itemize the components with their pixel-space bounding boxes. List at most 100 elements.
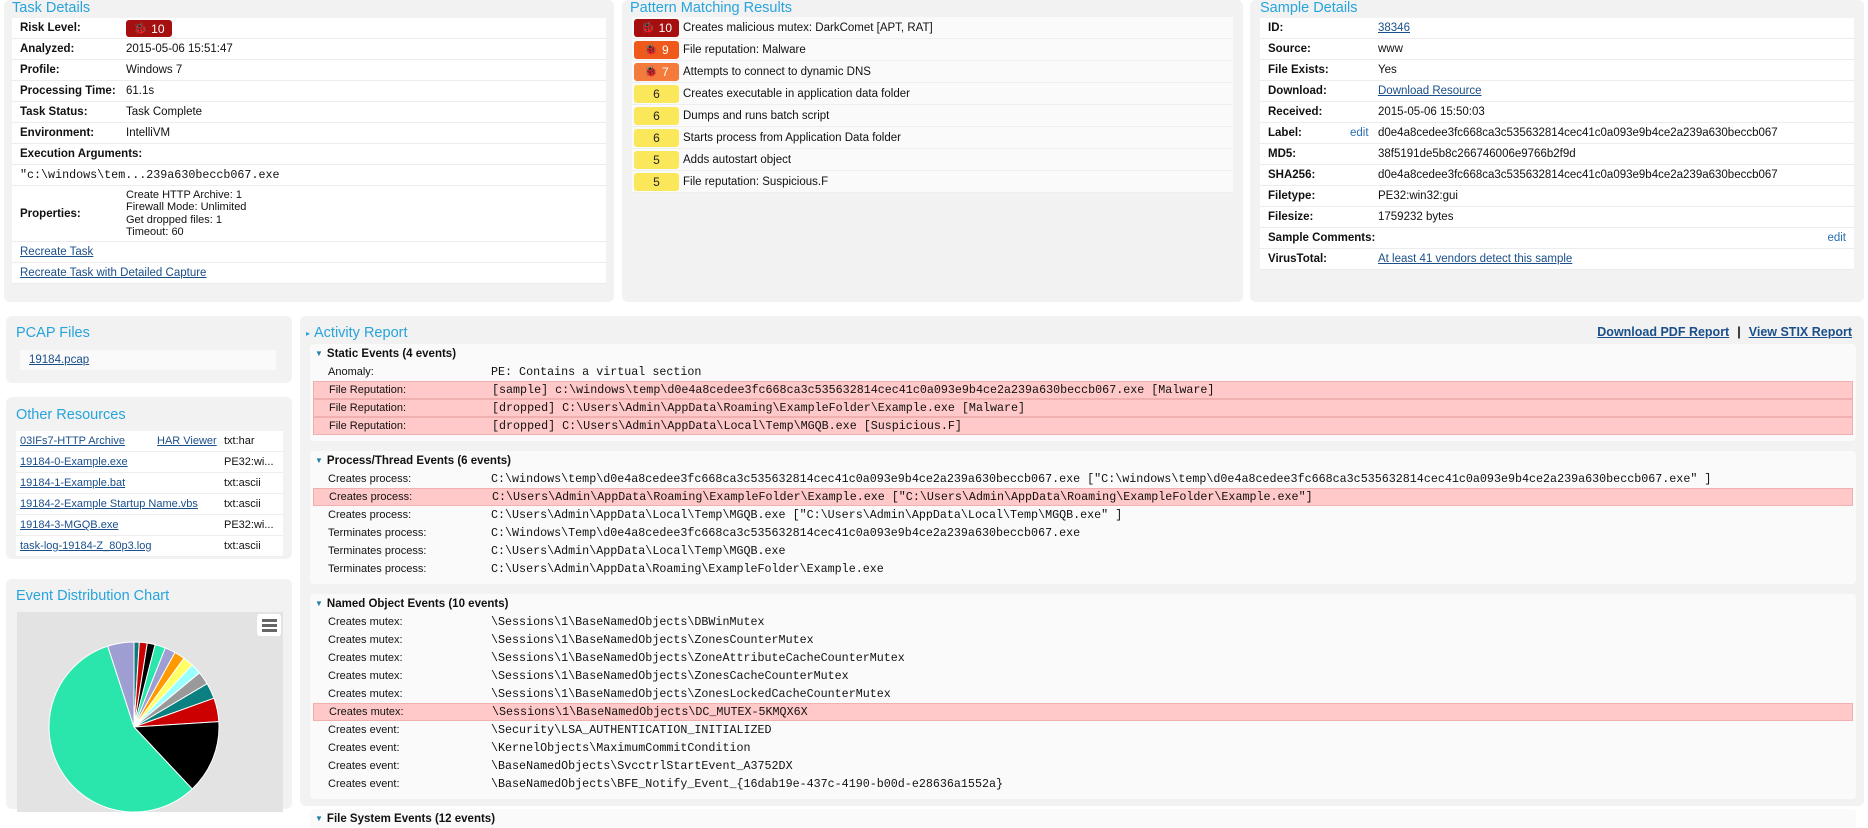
event-value: C:\Users\Admin\AppData\Roaming\ExampleFo… [491, 562, 884, 576]
pie-chart [48, 641, 220, 813]
risk-level-row: Risk Level: 🐞 10 [12, 18, 606, 39]
event-label: Creates mutex: [328, 670, 403, 682]
chart-area [17, 612, 283, 813]
pattern-item: 🐞 10 Creates malicious mutex: DarkComet [A… [632, 17, 1233, 39]
event-value: \Sessions\1\BaseNamedObjects\ZonesLocked… [491, 687, 891, 701]
pattern-item: 🐞 7 Attempts to connect to dynamic DNS [632, 61, 1233, 83]
resource-link[interactable]: 03IFs7-HTTP Archive [20, 435, 125, 447]
event-value: \BaseNamedObjects\BFE_Notify_Event_{16da… [491, 777, 1003, 791]
event-value: \Sessions\1\BaseNamedObjects\ZonesCacheC… [491, 669, 849, 683]
task-detail-row: Task Status: Task Complete [12, 102, 606, 123]
execution-arguments-label: Execution Arguments: [20, 148, 143, 160]
pcap-file-link[interactable]: 19184.pcap [29, 354, 89, 366]
sample-detail-label: Label: [1268, 127, 1302, 139]
event-label: Creates mutex: [328, 634, 403, 646]
resource-type: PE32:wi... [224, 456, 274, 468]
event-section-header[interactable]: ▼ Process/Thread Events (6 events) [310, 451, 1856, 470]
event-chart-title: Event Distribution Chart [16, 588, 170, 604]
task-detail-label: Task Status: [20, 106, 88, 118]
sample-detail-value[interactable]: Download Resource [1378, 85, 1482, 97]
sample-detail-label: MD5: [1268, 148, 1297, 160]
activity-title[interactable]: ▸ Activity Report [306, 325, 408, 341]
resource-link[interactable]: 19184-1-Example.bat [20, 477, 125, 489]
resource-list: 03IFs7-HTTP Archive HAR Viewer txt:har 1918… [16, 431, 283, 557]
sample-detail-row: Label: edit d0e4a8cedee3fc668ca3c535632814… [1260, 123, 1854, 144]
resource-link[interactable]: 19184-0-Example.exe [20, 456, 128, 468]
event-value: C:\Users\Admin\AppData\Local\Temp\MGQB.e… [491, 508, 1123, 522]
score-badge: 6 [634, 106, 679, 125]
score-value: 10 [658, 20, 673, 35]
pcap-file-row: 19184.pcap [20, 350, 276, 370]
event-value: PE: Contains a virtual section [491, 365, 702, 379]
task-detail-value: 61.1s [126, 85, 155, 97]
event-value: \Security\LSA_AUTHENTICATION_INITIALIZED [491, 723, 772, 737]
task-details-panel: Task Details Risk Level: 🐞 10 Analyzed: 20… [4, 0, 614, 302]
event-row: Terminates process: C:\Users\Admin\AppDat… [313, 542, 1853, 560]
event-row: Creates event: \KernelObjects\MaximumComm… [313, 739, 1853, 757]
task-detail-label: Profile: [20, 64, 60, 76]
pattern-text: Adds autostart object [683, 153, 792, 166]
separator: | [1737, 325, 1741, 339]
event-row: File Reputation: [sample] c:\windows\temp… [313, 381, 1853, 399]
sample-detail-value: d0e4a8cedee3fc668ca3c535632814cec41c0a09… [1378, 127, 1778, 139]
event-value: C:\Users\Admin\AppData\Local\Temp\MGQB.e… [491, 544, 786, 558]
event-row: Terminates process: C:\Windows\Temp\d0e4a… [313, 524, 1853, 542]
sample-detail-label: Download: [1268, 85, 1327, 97]
bug-icon: 🐞 [644, 66, 658, 78]
resource-type: txt:ascii [224, 498, 261, 510]
score-value: 6 [653, 130, 660, 145]
har-viewer-link[interactable]: HAR Viewer [157, 435, 217, 447]
edit-label-link[interactable]: edit [1350, 127, 1369, 139]
event-label: Creates event: [328, 760, 400, 772]
event-label: Creates event: [328, 742, 400, 754]
event-row: Creates process: C:\windows\temp\d0e4a8ce… [313, 470, 1853, 488]
event-row: Creates process: C:\Users\Admin\AppData\L… [313, 506, 1853, 524]
sample-detail-label: Filetype: [1268, 190, 1316, 202]
pcap-panel: PCAP Files 19184.pcap [6, 316, 292, 383]
event-label: Creates mutex: [328, 688, 403, 700]
edit-comments-link[interactable]: edit [1827, 232, 1846, 244]
sample-detail-value[interactable]: At least 41 vendors detect this sample [1378, 253, 1572, 265]
download-pdf-link[interactable]: Download PDF Report [1597, 325, 1729, 339]
pattern-item: 5 File reputation: Suspicious.F [632, 171, 1233, 193]
task-details-table: Risk Level: 🐞 10 Analyzed: 2015-05-06 15:5… [12, 18, 606, 284]
task-detail-value: 2015-05-06 15:51:47 [126, 43, 233, 55]
resource-link[interactable]: task-log-19184-Z_80p3.log [20, 540, 151, 552]
event-value: C:\windows\temp\d0e4a8cedee3fc668ca3c535… [491, 472, 1712, 486]
event-label: Creates mutex: [329, 706, 404, 718]
resource-link[interactable]: 19184-2-Example Startup Name.vbs [20, 498, 198, 510]
score-value: 6 [653, 108, 660, 123]
recreate-task-link[interactable]: Recreate Task [20, 246, 93, 258]
event-row: Creates mutex: \Sessions\1\BaseNamedObjec… [313, 649, 1853, 667]
task-detail-label: Processing Time: [20, 85, 116, 97]
event-section-header[interactable]: ▼ File System Events (12 events) [310, 809, 1856, 828]
recreate-detailed-capture-link[interactable]: Recreate Task with Detailed Capture [20, 267, 206, 279]
resource-link[interactable]: 19184-3-MGQB.exe [20, 519, 118, 531]
view-stix-link[interactable]: View STIX Report [1749, 325, 1852, 339]
execution-arguments-row: Execution Arguments: [12, 144, 606, 165]
pattern-item: 5 Adds autostart object [632, 149, 1233, 171]
sample-detail-value[interactable]: 38346 [1378, 22, 1410, 34]
event-value: [dropped] C:\Users\Admin\AppData\Local\T… [492, 419, 962, 433]
task-detail-row: Analyzed: 2015-05-06 15:51:47 [12, 39, 606, 60]
sample-detail-row: Received: 2015-05-06 15:50:03 [1260, 102, 1854, 123]
pattern-list: 🐞 10 Creates malicious mutex: DarkComet [A… [632, 17, 1233, 193]
score-badge: 5 [634, 172, 679, 191]
hamburger-menu-icon[interactable] [257, 614, 281, 636]
pattern-text: Creates malicious mutex: DarkComet [APT,… [683, 21, 933, 34]
sample-detail-value: 38f5191de5b8c266746006e9766b2f9d [1378, 148, 1576, 160]
task-detail-label: Environment: [20, 127, 95, 139]
property-item: Create HTTP Archive: 1 [126, 188, 242, 201]
expand-triangle-icon: ▸ [306, 328, 311, 338]
event-section-header[interactable]: ▼ Static Events (4 events) [310, 344, 1856, 363]
sample-detail-value: Yes [1378, 64, 1397, 76]
sample-detail-row: SHA256: d0e4a8cedee3fc668ca3c535632814cec… [1260, 165, 1854, 186]
resource-type: txt:har [224, 435, 255, 447]
event-label: File Reputation: [329, 384, 407, 396]
recreate-detailed-row: Recreate Task with Detailed Capture [12, 263, 606, 284]
resource-type: txt:ascii [224, 477, 261, 489]
task-detail-label: Analyzed: [20, 43, 75, 55]
property-item: Firewall Mode: Unlimited [126, 201, 247, 213]
event-section-header[interactable]: ▼ Named Object Events (10 events) [310, 594, 1856, 613]
event-label: Creates mutex: [328, 652, 403, 664]
